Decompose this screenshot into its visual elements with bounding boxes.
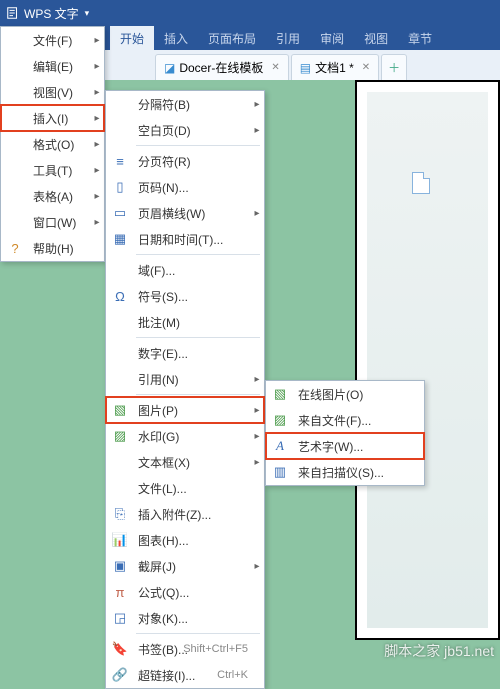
watermark-text: 脚本之家 jb51.net bbox=[384, 641, 494, 661]
header-icon: ▭ bbox=[106, 205, 134, 221]
menu-insertfile[interactable]: 文件(L)... bbox=[106, 475, 264, 501]
ribbon-tab-reference[interactable]: 引用 bbox=[266, 26, 310, 50]
new-tab-button[interactable]: ＋ bbox=[381, 54, 407, 80]
cloud-image-icon: ▧ bbox=[266, 386, 294, 402]
pagebreak-icon: ≡ bbox=[106, 154, 134, 169]
menu-edit[interactable]: 编辑(E)▸ bbox=[1, 53, 104, 79]
doc-tab-docer[interactable]: ◪ Docer-在线模板 ✕ bbox=[155, 54, 289, 80]
file-image-icon: ▨ bbox=[266, 412, 294, 428]
scanner-icon: ▥ bbox=[266, 464, 294, 480]
menu-separator[interactable]: 分隔符(B)▸ bbox=[106, 91, 264, 117]
document-icon: ▤ bbox=[300, 61, 311, 75]
menu-bookmark[interactable]: 🔖书签(B)...Shift+Ctrl+F5 bbox=[106, 636, 264, 662]
menu-number[interactable]: 数字(E)... bbox=[106, 340, 264, 366]
menu-tools[interactable]: 工具(T)▸ bbox=[1, 157, 104, 183]
menu-object[interactable]: ◲对象(K)... bbox=[106, 605, 264, 631]
close-icon[interactable]: ✕ bbox=[362, 62, 370, 73]
bookmark-icon: 🔖 bbox=[106, 641, 134, 657]
menu-symbol[interactable]: Ω符号(S)... bbox=[106, 283, 264, 309]
placeholder-icon bbox=[412, 172, 430, 194]
menu-pagenumber[interactable]: ▯页码(N)... bbox=[106, 174, 264, 200]
doc-tab-label: 文档1 * bbox=[315, 59, 354, 76]
calendar-icon: ▦ bbox=[106, 231, 134, 247]
menu-from-scanner[interactable]: ▥来自扫描仪(S)... bbox=[266, 459, 424, 485]
menu-picture[interactable]: ▧图片(P)▸ bbox=[106, 397, 264, 423]
ribbon-tab-view[interactable]: 视图 bbox=[354, 26, 398, 50]
docer-icon: ◪ bbox=[164, 61, 175, 75]
menu-online-picture[interactable]: ▧在线图片(O) bbox=[266, 381, 424, 407]
menu-comment[interactable]: 批注(M) bbox=[106, 309, 264, 335]
menu-from-file[interactable]: ▨来自文件(F)... bbox=[266, 407, 424, 433]
app-menu-dropdown[interactable]: ▾ bbox=[85, 8, 90, 19]
ribbon-tab-home[interactable]: 开始 bbox=[110, 26, 154, 50]
app-icon bbox=[6, 6, 20, 20]
menu-attachment[interactable]: ⎘插入附件(Z)... bbox=[106, 501, 264, 527]
menu-chart[interactable]: 📊图表(H)... bbox=[106, 527, 264, 553]
menu-equation[interactable]: π公式(Q)... bbox=[106, 579, 264, 605]
insert-submenu: 分隔符(B)▸ 空白页(D)▸ ≡分页符(R) ▯页码(N)... ▭页眉横线(… bbox=[105, 90, 265, 689]
menu-table[interactable]: 表格(A)▸ bbox=[1, 183, 104, 209]
ribbon-tab-review[interactable]: 审阅 bbox=[310, 26, 354, 50]
ribbon-tab-layout[interactable]: 页面布局 bbox=[198, 26, 266, 50]
menu-hyperlink[interactable]: 🔗超链接(I)...Ctrl+K bbox=[106, 662, 264, 688]
object-icon: ◲ bbox=[106, 610, 134, 626]
menu-window[interactable]: 窗口(W)▸ bbox=[1, 209, 104, 235]
menu-file[interactable]: 文件(F)▸ bbox=[1, 27, 104, 53]
camera-icon: ▣ bbox=[106, 558, 134, 574]
document-page bbox=[355, 80, 500, 640]
menu-datetime[interactable]: ▦日期和时间(T)... bbox=[106, 226, 264, 252]
menu-textbox[interactable]: 文本框(X)▸ bbox=[106, 449, 264, 475]
menu-blankpage[interactable]: 空白页(D)▸ bbox=[106, 117, 264, 143]
menu-format[interactable]: 格式(O)▸ bbox=[1, 131, 104, 157]
pi-icon: π bbox=[106, 585, 134, 600]
doc-tab-label: Docer-在线模板 bbox=[179, 59, 263, 76]
watermark-icon: ▨ bbox=[106, 428, 134, 444]
menu-field[interactable]: 域(F)... bbox=[106, 257, 264, 283]
menu-wordart[interactable]: A艺术字(W)... bbox=[266, 433, 424, 459]
menu-pagebreak[interactable]: ≡分页符(R) bbox=[106, 148, 264, 174]
picture-submenu: ▧在线图片(O) ▨来自文件(F)... A艺术字(W)... ▥来自扫描仪(S… bbox=[265, 380, 425, 486]
ribbon-tab-insert[interactable]: 插入 bbox=[154, 26, 198, 50]
omega-icon: Ω bbox=[106, 289, 134, 304]
app-name: WPS 文字 bbox=[24, 5, 79, 22]
page-icon: ▯ bbox=[106, 179, 134, 195]
menu-reference[interactable]: 引用(N)▸ bbox=[106, 366, 264, 392]
close-icon[interactable]: ✕ bbox=[271, 62, 279, 73]
link-icon: 🔗 bbox=[106, 667, 134, 683]
doc-tab-document1[interactable]: ▤ 文档1 * ✕ bbox=[291, 54, 379, 80]
wordart-icon: A bbox=[266, 438, 294, 454]
menu-headerline[interactable]: ▭页眉横线(W)▸ bbox=[106, 200, 264, 226]
menu-screenshot[interactable]: ▣截屏(J)▸ bbox=[106, 553, 264, 579]
image-icon: ▧ bbox=[106, 402, 134, 418]
menu-help[interactable]: ?帮助(H) bbox=[1, 235, 104, 261]
menu-view[interactable]: 视图(V)▸ bbox=[1, 79, 104, 105]
ribbon-tab-chapter[interactable]: 章节 bbox=[398, 26, 442, 50]
chart-icon: 📊 bbox=[106, 532, 134, 548]
attach-icon: ⎘ bbox=[106, 506, 134, 522]
menu-watermark[interactable]: ▨水印(G)▸ bbox=[106, 423, 264, 449]
menu-insert[interactable]: 插入(I)▸ bbox=[1, 105, 104, 131]
main-menu: 文件(F)▸ 编辑(E)▸ 视图(V)▸ 插入(I)▸ 格式(O)▸ 工具(T)… bbox=[0, 26, 105, 262]
help-icon: ? bbox=[1, 241, 29, 256]
